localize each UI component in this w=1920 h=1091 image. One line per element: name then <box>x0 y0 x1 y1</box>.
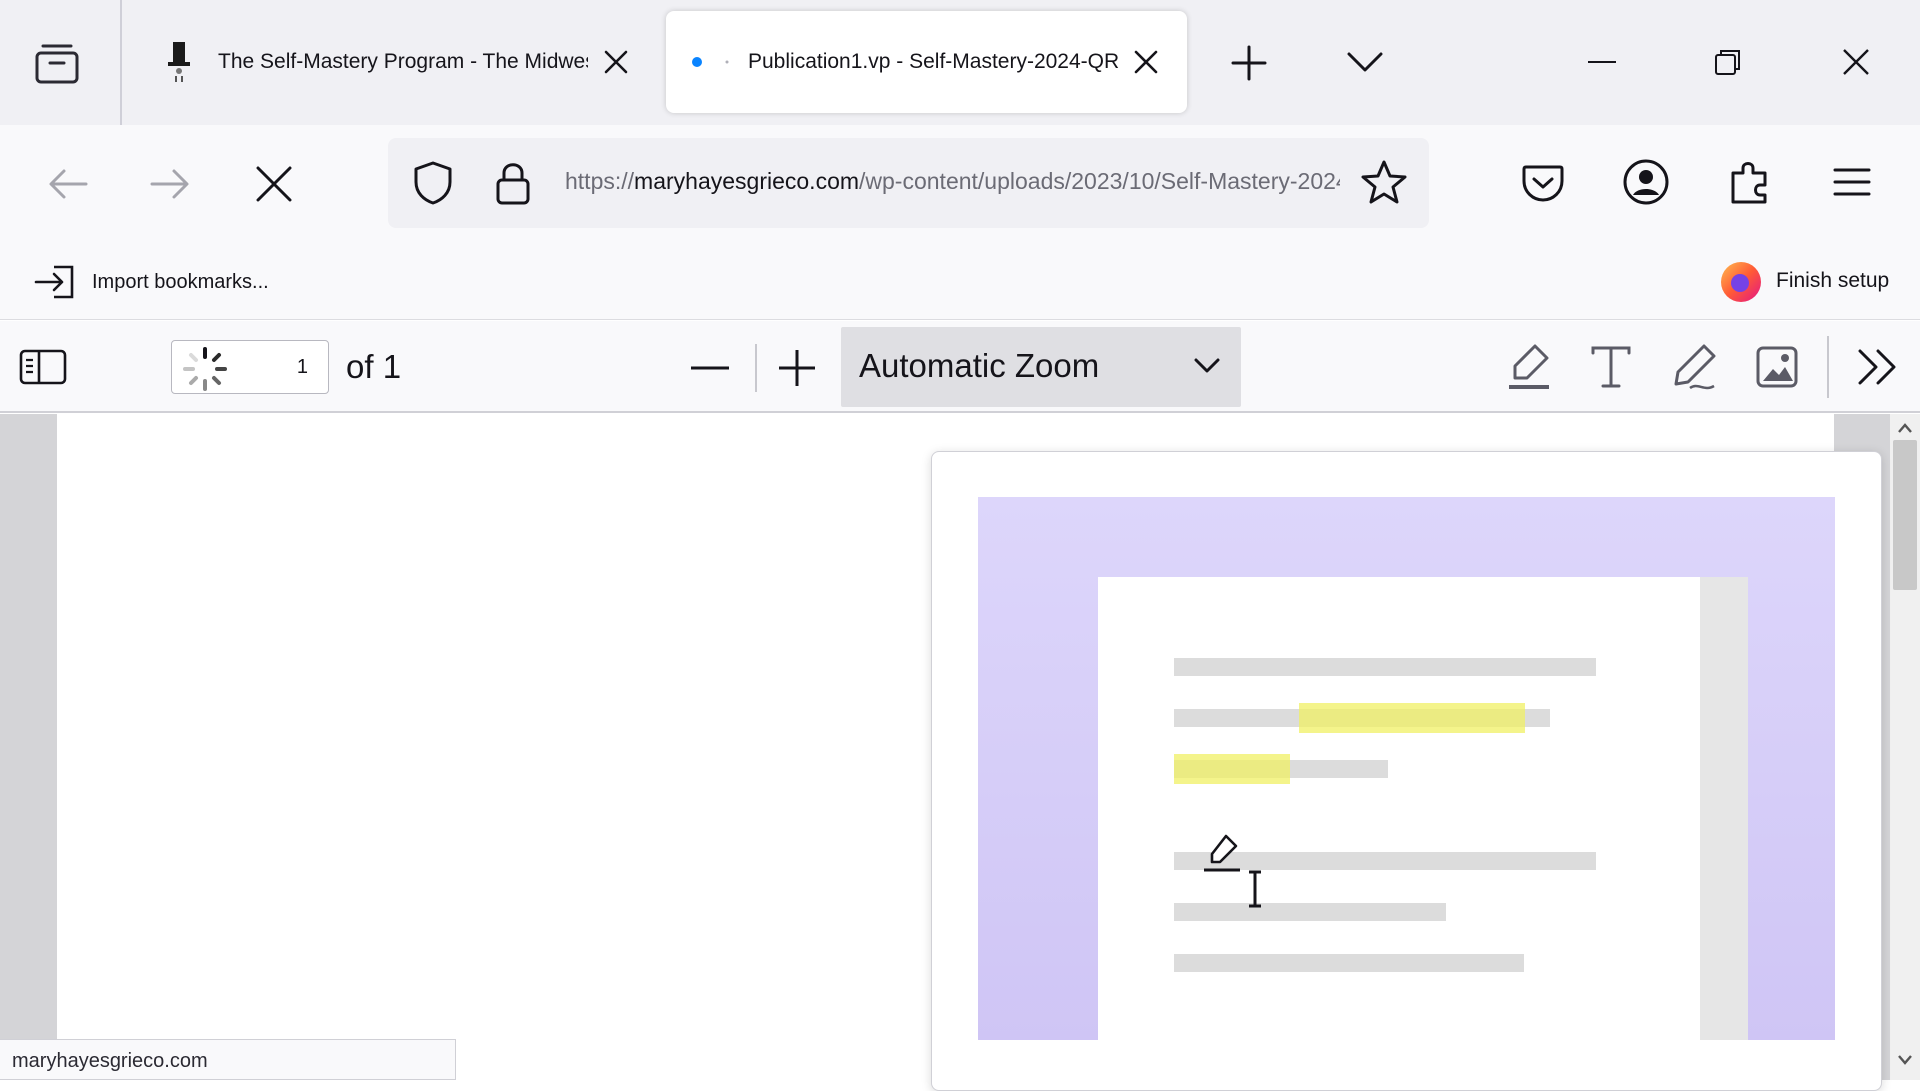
back-button[interactable] <box>44 160 92 208</box>
highlight-tool-button[interactable] <box>1502 340 1556 394</box>
import-icon <box>34 265 74 299</box>
tab-publication1[interactable]: Publication1.vp - Self-Mastery-2024-QR.p… <box>666 11 1187 113</box>
scroll-up-icon[interactable] <box>1897 422 1913 434</box>
list-all-tabs-button[interactable] <box>1342 44 1388 80</box>
tophat-favicon-icon <box>164 40 194 84</box>
zoom-select[interactable]: Automatic Zoom <box>841 327 1241 407</box>
minimize-window-button[interactable] <box>1580 40 1624 84</box>
loading-dot-icon <box>690 55 704 69</box>
illustration-highlight <box>1299 703 1525 733</box>
lock-icon <box>496 163 530 205</box>
double-chevron-right-icon <box>1858 349 1896 385</box>
highlighter-icon <box>1509 344 1549 389</box>
url-protocol: https:// <box>565 168 635 194</box>
account-icon <box>1623 159 1669 205</box>
close-window-button[interactable] <box>1834 40 1878 84</box>
page-count-label: of 1 <box>346 348 402 385</box>
site-security-button[interactable] <box>488 158 538 208</box>
restore-window-button[interactable] <box>1706 40 1750 84</box>
loading-indicator-icon <box>724 55 730 69</box>
zoom-out-button[interactable] <box>688 344 732 392</box>
chevron-down-icon <box>1347 52 1383 72</box>
arrow-left-icon <box>49 169 88 199</box>
zoom-select-value: Automatic Zoom <box>859 347 1100 384</box>
url-path: /wp-content/uploads/2023/10/Self-Mastery… <box>859 168 1340 194</box>
zoom-in-button[interactable] <box>775 344 819 392</box>
close-tab-icon[interactable] <box>596 42 636 82</box>
highlighter-cursor-icon <box>1202 833 1242 873</box>
restore-icon <box>1715 50 1740 75</box>
url-host: maryhayesgrieco.com <box>634 168 860 194</box>
forward-button[interactable] <box>146 160 194 208</box>
plus-icon <box>1231 45 1267 81</box>
sidebar-icon <box>19 349 67 385</box>
loading-spinner-icon <box>182 346 228 392</box>
image-icon <box>1756 346 1798 388</box>
tracking-protection-button[interactable] <box>408 158 458 208</box>
tab-title: The Self-Mastery Program - The Midwest <box>218 50 588 73</box>
puzzle-icon <box>1731 162 1767 204</box>
toolbar-separator <box>1827 336 1829 398</box>
page-number-value: 1 <box>296 356 308 378</box>
draw-tool-button[interactable] <box>1666 340 1722 394</box>
pocket-button[interactable] <box>1518 158 1568 208</box>
status-bar-url: maryhayesgrieco.com <box>12 1050 208 1072</box>
import-bookmarks-label: Import bookmarks... <box>92 270 269 293</box>
illustration-highlight <box>1174 754 1290 784</box>
tab-divider <box>120 0 122 125</box>
illustration-text-line <box>1174 658 1596 676</box>
page-number-input[interactable]: 1 <box>171 340 329 394</box>
star-icon <box>1361 160 1407 204</box>
close-icon <box>1843 49 1869 75</box>
tab-title: Publication1.vp - Self-Mastery-2024-QR.p… <box>748 50 1120 73</box>
minus-icon <box>691 366 729 370</box>
shield-icon <box>414 161 452 205</box>
bookmarks-toolbar <box>0 245 1920 320</box>
illustration-paper <box>1098 577 1700 1040</box>
firefox-view-button[interactable] <box>26 34 88 92</box>
hamburger-menu-icon <box>1833 168 1871 196</box>
arrow-right-icon <box>150 169 189 199</box>
text-tool-button[interactable] <box>1584 340 1638 394</box>
scrollbar-thumb[interactable] <box>1893 440 1917 590</box>
sidebar-toggle-button[interactable] <box>16 344 70 390</box>
firefox-logo-icon <box>1721 262 1761 302</box>
stop-icon <box>256 166 292 202</box>
url-text[interactable]: https://maryhayesgrieco.com/wp-content/u… <box>565 168 1340 198</box>
close-tab-icon[interactable] <box>1126 42 1166 82</box>
app-menu-button[interactable] <box>1826 156 1878 208</box>
zoom-separator <box>755 344 757 392</box>
stop-loading-button[interactable] <box>250 160 298 208</box>
chevron-down-icon <box>1194 357 1220 375</box>
scroll-down-icon[interactable] <box>1897 1054 1913 1066</box>
new-tab-button[interactable] <box>1226 40 1272 86</box>
account-button[interactable] <box>1620 156 1672 208</box>
minimize-icon <box>1588 61 1616 63</box>
import-bookmarks-button[interactable]: Import bookmarks... <box>34 262 269 302</box>
extensions-button[interactable] <box>1724 156 1776 208</box>
tab-self-mastery-program[interactable]: The Self-Mastery Program - The Midwest <box>150 11 640 113</box>
plus-icon <box>779 350 815 386</box>
firefox-view-icon <box>35 44 79 84</box>
pocket-icon <box>1522 165 1564 202</box>
tools-menu-button[interactable] <box>1850 340 1904 394</box>
finish-setup-label: Finish setup <box>1776 269 1890 292</box>
pencil-icon <box>1674 344 1716 390</box>
text-cursor-icon <box>1246 870 1264 908</box>
illustration-text-line <box>1174 954 1524 972</box>
status-bar: maryhayesgrieco.com <box>0 1039 456 1080</box>
image-tool-button[interactable] <box>1750 340 1804 394</box>
tab-strip: The Self-Mastery Program - The Midwest P… <box>0 0 1920 125</box>
illustration-text-line <box>1174 903 1446 921</box>
finish-setup-button[interactable]: Finish setup <box>1718 258 1889 304</box>
text-icon <box>1591 346 1631 388</box>
bookmark-page-button[interactable] <box>1358 156 1410 208</box>
